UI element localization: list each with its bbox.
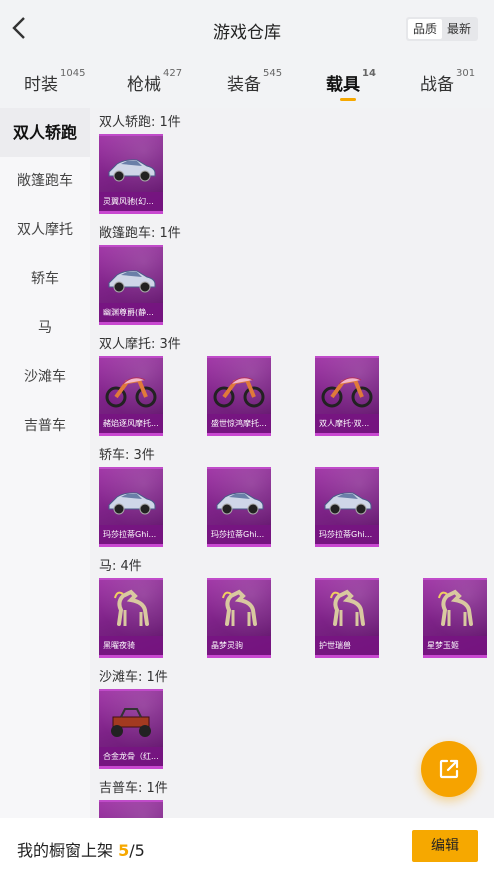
section-title: 双人摩托: 3件: [99, 337, 181, 352]
vehicle-name: 晶梦灵驹: [207, 636, 271, 655]
tab-count: 545: [263, 68, 283, 79]
vehicle-card[interactable]: 幽渊尊爵(静...: [99, 245, 163, 325]
horse-icon: [222, 589, 257, 626]
showcase-count-current: 5: [118, 841, 130, 860]
section-title: 敞篷跑车: 1件: [99, 226, 181, 241]
vehicle-card[interactable]: 赭焰逐风摩托...: [99, 356, 163, 436]
motorcycle-icon: [213, 377, 265, 408]
tab-fashion[interactable]: 时装1045: [24, 68, 86, 95]
vehicle-card[interactable]: 黑曜夜骑: [99, 578, 163, 658]
sidebar-item-buggy[interactable]: 沙滩车: [0, 353, 90, 402]
vehicle-name: 护世瑞兽: [315, 636, 379, 655]
showcase-bar: 我的橱窗上架 5/5 编辑: [0, 818, 494, 875]
vehicle-card[interactable]: [99, 800, 163, 818]
jeep-icon: [103, 808, 159, 818]
vehicle-list[interactable]: 双人轿跑: 1件灵翼风驰(幻... 敞篷跑车: 1件幽渊尊爵(静... 双人摩托: …: [90, 108, 494, 818]
tab-firearms[interactable]: 枪械427: [127, 68, 183, 95]
vehicle-card[interactable]: 灵翼风驰(幻...: [99, 134, 163, 214]
sidebar-item-jeep[interactable]: 吉普车: [0, 402, 90, 451]
showcase-count-total: /5: [129, 841, 145, 860]
motorcycle-icon: [105, 377, 157, 408]
sidebar-item-two-seat-coupe[interactable]: 双人轿跑: [0, 108, 90, 157]
tab-label: 枪械: [127, 75, 161, 95]
car-icon: [108, 270, 156, 293]
tab-count: 14: [362, 68, 376, 79]
tab-count: 1045: [60, 68, 86, 79]
tab-war-supplies[interactable]: 战备301: [420, 68, 476, 95]
vehicle-name: 黑曜夜骑: [99, 636, 163, 655]
category-tabs: 时装1045 枪械427 装备545 载具14 战备301: [0, 58, 494, 108]
vehicle-card[interactable]: 玛莎拉蒂Ghi...: [207, 467, 271, 547]
vehicle-card[interactable]: 护世瑞兽: [315, 578, 379, 658]
vehicle-card[interactable]: 星梦玉姬: [423, 578, 487, 658]
tab-label: 载具: [326, 75, 360, 95]
vehicle-card[interactable]: 盛世惊鸿摩托...: [207, 356, 271, 436]
vehicle-card[interactable]: 晶梦灵驹: [207, 578, 271, 658]
buggy-icon: [111, 708, 151, 737]
sidebar-item-two-seat-motorcycle[interactable]: 双人摩托: [0, 206, 90, 255]
vehicle-card[interactable]: 双人摩托·双...: [315, 356, 379, 436]
vehicle-name: 玛莎拉蒂Ghi...: [99, 525, 163, 544]
item-grid: 赭焰逐风摩托... 盛世惊鸿摩托... 双人摩托·双...: [90, 356, 494, 441]
category-sidebar: 双人轿跑 敞篷跑车 双人摩托 轿车 马 沙滩车 吉普车: [0, 108, 90, 818]
item-grid: 玛莎拉蒂Ghi... 玛莎拉蒂Ghi... 玛莎拉蒂Ghi...: [90, 467, 494, 552]
showcase-label: 我的橱窗上架: [17, 841, 114, 860]
section-title: 轿车: 3件: [99, 448, 155, 463]
sidebar-item-horse[interactable]: 马: [0, 304, 90, 353]
item-grid: [90, 800, 494, 818]
car-icon: [108, 492, 156, 515]
showcase-status: 我的橱窗上架 5/5: [17, 837, 145, 861]
motorcycle-icon: [321, 377, 373, 408]
top-header: 游戏仓库 品质 最新: [0, 0, 494, 58]
tab-equipment[interactable]: 装备545: [227, 68, 283, 95]
horse-icon: [330, 589, 365, 626]
vehicle-name: 灵翼风驰(幻...: [99, 192, 163, 211]
section-title: 马: 4件: [99, 559, 142, 574]
tab-label: 战备: [420, 75, 454, 95]
tab-label: 时装: [24, 75, 58, 95]
vehicle-card[interactable]: 玛莎拉蒂Ghi...: [315, 467, 379, 547]
sidebar-item-sedan[interactable]: 轿车: [0, 255, 90, 304]
item-grid: 黑曜夜骑 晶梦灵驹 护世瑞兽 星梦玉姬: [90, 578, 494, 663]
vehicle-name: 玛莎拉蒂Ghi...: [207, 525, 271, 544]
horse-icon: [114, 589, 149, 626]
vehicle-name: 幽渊尊爵(静...: [99, 303, 163, 322]
vehicle-card[interactable]: 合金龙骨（红...: [99, 689, 163, 769]
section-title: 双人轿跑: 1件: [99, 115, 181, 130]
section-title: 沙滩车: 1件: [99, 670, 168, 685]
sort-toggle[interactable]: 品质 最新: [405, 17, 478, 41]
vehicle-name: 双人摩托·双...: [315, 414, 379, 433]
tab-count: 301: [456, 68, 476, 79]
tab-vehicles[interactable]: 载具14: [326, 68, 376, 101]
share-external-icon: [439, 759, 459, 779]
vehicle-name: 盛世惊鸿摩托...: [207, 414, 271, 433]
vehicle-card[interactable]: 玛莎拉蒂Ghi...: [99, 467, 163, 547]
vehicle-name: 赭焰逐风摩托...: [99, 414, 163, 433]
car-icon: [324, 492, 372, 515]
sort-option-newest[interactable]: 最新: [442, 19, 476, 39]
sort-option-quality[interactable]: 品质: [407, 19, 442, 39]
item-grid: 灵翼风驰(幻...: [90, 134, 494, 219]
vehicle-name: 玛莎拉蒂Ghi...: [315, 525, 379, 544]
vehicle-name: 合金龙骨（红...: [99, 747, 163, 766]
tab-active-indicator: [340, 98, 356, 101]
sidebar-item-convertible[interactable]: 敞篷跑车: [0, 157, 90, 206]
tab-count: 427: [163, 68, 183, 79]
car-icon: [216, 492, 264, 515]
car-icon: [108, 159, 156, 182]
vehicle-name: 星梦玉姬: [423, 636, 487, 655]
tab-label: 装备: [227, 75, 261, 95]
horse-icon: [438, 589, 473, 626]
item-grid: 幽渊尊爵(静...: [90, 245, 494, 330]
edit-button[interactable]: 编辑: [412, 830, 478, 862]
share-button[interactable]: [421, 741, 477, 797]
